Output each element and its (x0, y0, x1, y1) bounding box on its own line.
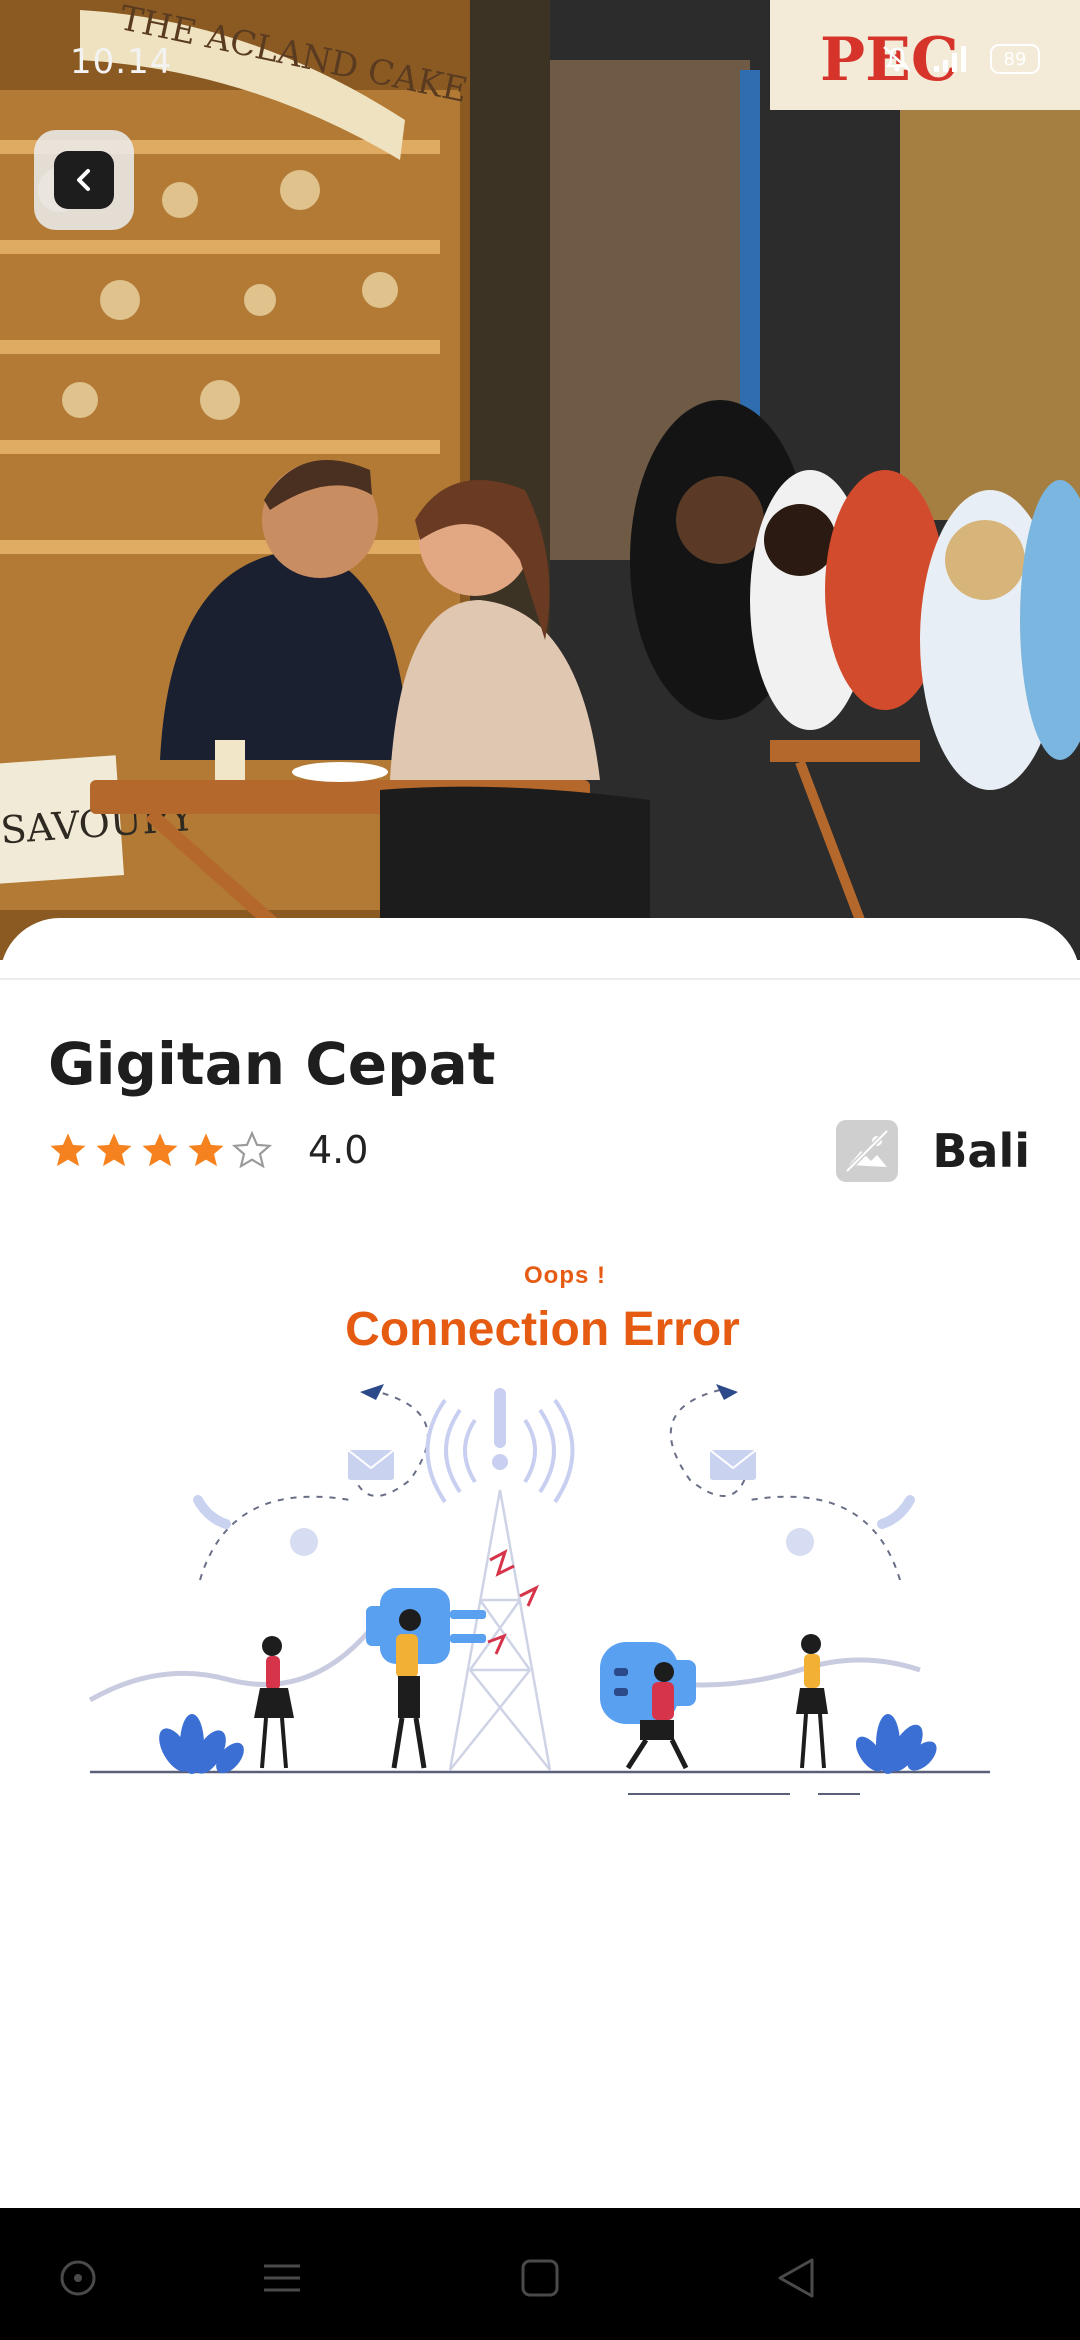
status-icons: 89 (880, 44, 1040, 74)
signal-icon (934, 46, 966, 72)
globe-icon (290, 1528, 318, 1556)
star-filled-icon (142, 1133, 178, 1167)
person-right-woman (796, 1634, 828, 1769)
bell-off-icon (883, 46, 911, 72)
back-button[interactable] (34, 130, 134, 230)
person-left-woman (254, 1636, 294, 1769)
image-placeholder-icon (836, 1120, 899, 1182)
rating-value: 4.0 (308, 1128, 369, 1172)
square-icon[interactable] (510, 2248, 570, 2308)
hero-photo: THE ACLAND CAKE SHOP SAVOURY PEC (0, 0, 1080, 960)
plant-icon (159, 1714, 244, 1774)
circle-icon[interactable] (48, 2248, 108, 2308)
connection-error-title: Connection Error (345, 1303, 740, 1356)
sheet-divider (0, 978, 1080, 980)
rating: 4.0 (48, 1128, 368, 1172)
oops-text: Oops ! (524, 1262, 606, 1289)
socket-right-icon (600, 1642, 696, 1724)
chevron-left-icon (77, 169, 90, 191)
star-filled-icon (50, 1133, 86, 1167)
exclamation-icon (494, 1388, 506, 1448)
menu-icon[interactable] (252, 2248, 312, 2308)
paper-plane-icon (360, 1384, 384, 1400)
star-filled-icon (188, 1133, 224, 1167)
star-empty-icon (232, 1130, 272, 1169)
status-time: 10.14 (70, 42, 173, 82)
paper-plane-icon (716, 1384, 738, 1400)
star-filled-icon (96, 1133, 132, 1167)
phone-icon (193, 1495, 231, 1529)
battery-icon: 89 (990, 44, 1040, 74)
triangle-back-icon[interactable] (766, 2248, 826, 2308)
tower-icon (448, 1489, 552, 1771)
plug-left-icon (366, 1588, 486, 1664)
location: Bali (836, 1120, 1030, 1182)
location-text: Bali (932, 1124, 1030, 1178)
globe-icon (786, 1528, 814, 1556)
connection-error-illustration (88, 1384, 990, 1795)
phone-icon (877, 1495, 915, 1529)
system-nav-bar (0, 2208, 1080, 2340)
spark-icon (487, 1633, 507, 1655)
plant-icon (855, 1714, 937, 1774)
spark-icon (519, 1584, 540, 1607)
rating-stars (48, 1130, 272, 1170)
place-name: Gigitan Cepat (48, 1030, 496, 1098)
back-button-inner (54, 151, 114, 209)
